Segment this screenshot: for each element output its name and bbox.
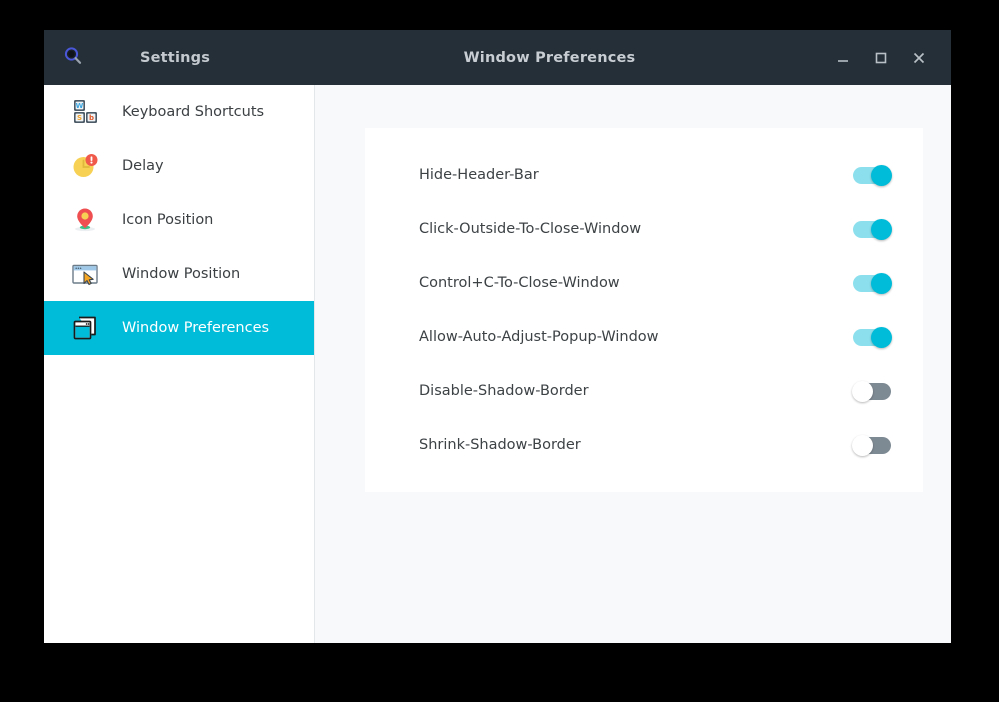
clock-delay-icon <box>68 149 102 183</box>
sidebar-item-label: Window Position <box>122 266 241 282</box>
toggle-click-outside-to-close-window[interactable] <box>853 218 892 240</box>
toggle-knob <box>852 380 873 402</box>
toggle-shrink-shadow-border[interactable] <box>852 434 891 456</box>
windows-stack-icon <box>68 311 102 345</box>
svg-text:W: W <box>76 102 84 110</box>
preference-row: Click-Outside-To-Close-Window <box>365 202 923 256</box>
maximize-button[interactable] <box>863 40 899 76</box>
window-cursor-icon <box>68 257 102 291</box>
preference-label: Allow-Auto-Adjust-Popup-Window <box>419 329 659 345</box>
preference-label: Shrink-Shadow-Border <box>419 437 581 453</box>
content-area: Hide-Header-Bar Click-Outside-To-Close-W… <box>315 85 951 643</box>
preference-row: Allow-Auto-Adjust-Popup-Window <box>365 310 923 364</box>
search-icon <box>63 46 83 70</box>
preference-label: Click-Outside-To-Close-Window <box>419 221 642 237</box>
title-bar-center: Window Preferences <box>314 30 825 85</box>
toggle-knob <box>871 272 892 294</box>
screen: Settings Window Preferences W S b Keyboa… <box>0 0 999 702</box>
toggle-knob <box>871 326 892 348</box>
minimize-button[interactable] <box>825 40 861 76</box>
toggle-disable-shadow-border[interactable] <box>852 380 891 402</box>
keyboard-shortcuts-icon: W S b <box>68 95 102 129</box>
sidebar-item-icon-position[interactable]: Icon Position <box>44 193 314 247</box>
sidebar-item-label: Window Preferences <box>122 320 270 336</box>
toggle-knob <box>852 434 873 456</box>
toggle-knob <box>871 218 892 240</box>
search-button[interactable] <box>56 41 90 75</box>
preference-row: Disable-Shadow-Border <box>365 364 923 418</box>
preference-label: Disable-Shadow-Border <box>419 383 589 399</box>
close-icon <box>911 50 927 66</box>
svg-text:b: b <box>89 114 94 122</box>
maximize-icon <box>873 50 889 66</box>
title-bar: Settings Window Preferences <box>44 30 951 85</box>
close-button[interactable] <box>901 40 937 76</box>
window-body: W S b Keyboard Shortcuts Delay Icon Posi… <box>44 85 951 643</box>
sidebar-item-keyboard-shortcuts[interactable]: W S b Keyboard Shortcuts <box>44 85 314 139</box>
sidebar-item-window-position[interactable]: Window Position <box>44 247 314 301</box>
title-bar-left: Settings <box>44 30 314 85</box>
preferences-card: Hide-Header-Bar Click-Outside-To-Close-W… <box>365 128 923 492</box>
settings-window: Settings Window Preferences W S b Keyboa… <box>44 30 951 643</box>
preference-label: Control+C-To-Close-Window <box>419 275 620 291</box>
sidebar: W S b Keyboard Shortcuts Delay Icon Posi… <box>44 85 315 643</box>
sidebar-item-label: Keyboard Shortcuts <box>122 104 265 120</box>
sidebar-item-delay[interactable]: Delay <box>44 139 314 193</box>
toggle-hide-header-bar[interactable] <box>853 164 892 186</box>
app-title: Settings <box>140 49 211 66</box>
sidebar-item-window-preferences[interactable]: Window Preferences <box>44 301 314 355</box>
preference-row: Control+C-To-Close-Window <box>365 256 923 310</box>
toggle-control-c-to-close-window[interactable] <box>853 272 892 294</box>
page-title: Window Preferences <box>463 49 636 66</box>
toggle-allow-auto-adjust-popup-window[interactable] <box>853 326 892 348</box>
window-controls <box>825 30 951 85</box>
preference-row: Hide-Header-Bar <box>365 148 923 202</box>
sidebar-item-label: Delay <box>122 158 164 174</box>
svg-text:S: S <box>77 114 82 122</box>
minimize-icon <box>835 50 851 66</box>
map-pin-icon <box>68 203 102 237</box>
preference-row: Shrink-Shadow-Border <box>365 418 923 472</box>
toggle-knob <box>871 164 892 186</box>
sidebar-item-label: Icon Position <box>122 212 214 228</box>
preference-label: Hide-Header-Bar <box>419 167 539 183</box>
